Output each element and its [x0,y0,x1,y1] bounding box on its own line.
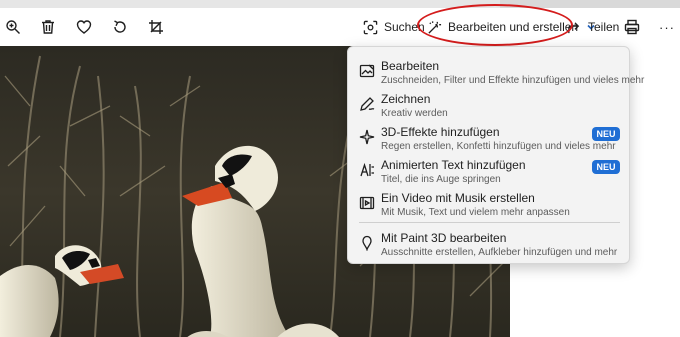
menu-item-animierter-text[interactable]: Animierten Text hinzufügen Titel, die in… [348,158,629,191]
menu-item-desc: Kreativ werden [381,108,448,119]
delete-icon[interactable] [38,17,58,37]
favorite-icon[interactable] [74,17,94,37]
edit-image-icon [358,62,376,80]
crop-icon[interactable] [146,17,166,37]
sparkle-icon [358,128,376,146]
new-badge: NEU [592,160,620,174]
search-scan-icon [363,20,378,34]
menu-item-title: Animierten Text hinzufügen [381,158,526,172]
menu-item-title: Ein Video mit Musik erstellen [381,191,535,205]
magic-wand-icon [428,20,442,34]
menu-item-title: Mit Paint 3D bearbeiten [381,231,507,245]
menu-item-3d-effekte[interactable]: 3D-Effekte hinzufügen Regen erstellen, K… [348,125,629,158]
edit-create-label: Bearbeiten und erstellen [448,20,579,34]
menu-item-title: 3D-Effekte hinzufügen [381,125,500,139]
toolbar: Suchen Bearbeiten und erstellen Teilen ·… [0,8,680,46]
menu-item-title: Bearbeiten [381,59,440,73]
menu-item-desc: Regen erstellen, Konfetti hinzufügen und… [381,141,616,152]
print-icon[interactable] [622,17,642,37]
edit-create-dropdown-menu: Bearbeiten Zuschneiden, Filter und Effek… [347,46,644,264]
search-button[interactable]: Suchen [363,16,425,38]
animated-text-icon [358,161,376,179]
more-icon[interactable]: ··· [657,17,677,37]
menu-item-desc: Zuschneiden, Filter und Effekte hinzufüg… [381,75,645,86]
zoom-icon[interactable] [3,17,23,37]
video-icon [358,194,376,212]
menu-item-desc: Ausschnitte erstellen, Aufkleber hinzufü… [381,247,618,258]
search-label: Suchen [384,20,425,34]
menu-item-bearbeiten[interactable]: Bearbeiten Zuschneiden, Filter und Effek… [348,59,644,92]
window-top-strip [0,0,680,8]
share-label: Teilen [588,20,620,34]
menu-item-video-musik[interactable]: Ein Video mit Musik erstellen Mit Musik,… [348,191,629,224]
share-icon [568,21,580,33]
paint3d-icon [358,234,376,252]
share-button[interactable]: Teilen [567,16,619,38]
menu-item-zeichnen[interactable]: Zeichnen Kreativ werden [348,92,629,125]
menu-item-title: Zeichnen [381,92,431,106]
menu-item-paint-3d[interactable]: Mit Paint 3D bearbeiten Ausschnitte erst… [348,231,629,264]
window-top-strip-light [0,0,500,8]
pen-icon [358,95,376,113]
rotate-icon[interactable] [110,17,130,37]
menu-item-desc: Titel, die ins Auge springen [381,174,501,185]
menu-item-desc: Mit Musik, Text und vielem mehr anpassen [381,207,570,218]
new-badge: NEU [592,127,620,141]
menu-divider [359,222,620,223]
